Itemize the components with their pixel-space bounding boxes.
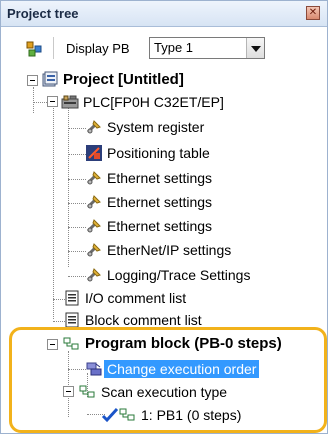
tree-item-scan-execution-type[interactable]: Scan execution type — [1, 381, 327, 403]
collapse-toggle[interactable] — [27, 75, 38, 86]
tree-item-io-comment-list[interactable]: I/O comment list — [1, 287, 327, 309]
plc-icon — [61, 95, 79, 109]
settings-icon — [86, 195, 101, 209]
panel-title: Project tree — [7, 6, 79, 21]
collapse-toggle[interactable] — [47, 339, 58, 350]
program-block-icon — [63, 337, 79, 350]
tree-item-label: Ethernet settings — [107, 194, 213, 210]
tree-item-label: Positioning table — [107, 145, 210, 161]
tree-item-ethernet-ip-settings[interactable]: EtherNet/IP settings — [1, 239, 327, 261]
tree-item-label: EtherNet/IP settings — [107, 242, 232, 258]
tree-item-plc[interactable]: PLC[FP0H C32ET/EP] — [1, 91, 327, 113]
chevron-down-icon[interactable] — [246, 38, 264, 58]
settings-icon — [86, 120, 101, 134]
tree-item-label: Logging/Trace Settings — [107, 267, 251, 283]
project-tree-panel: Project tree ✕ Display PB Type 1 Project… — [0, 0, 328, 434]
settings-icon — [86, 219, 101, 233]
comment-list-icon — [65, 290, 79, 306]
tree-item-label: I/O comment list — [85, 290, 187, 306]
toolbar: Display PB Type 1 — [1, 27, 327, 69]
close-icon[interactable]: ✕ — [306, 6, 320, 20]
tree-item-label: Scan execution type — [101, 384, 228, 400]
type-dropdown-value: Type 1 — [154, 40, 194, 55]
type-dropdown[interactable]: Type 1 — [149, 37, 265, 59]
positioning-table-icon — [86, 145, 102, 161]
tree-item-program-block[interactable]: Program block (PB-0 steps) — [1, 333, 327, 355]
tree-item-label: Ethernet settings — [107, 218, 213, 234]
project-tree: Project [Untitled] PLC[FP0H C32ET/EP] Sy… — [1, 69, 327, 433]
tree-item-ethernet-settings-1[interactable]: Ethernet settings — [1, 167, 327, 189]
tree-item-label: Ethernet settings — [107, 170, 213, 186]
execution-order-icon — [86, 362, 102, 376]
tree-item-pb1[interactable]: 1: PB1 (0 steps) — [1, 404, 327, 426]
collapse-toggle[interactable] — [63, 386, 74, 397]
tree-item-system-register[interactable]: System register — [1, 116, 327, 138]
project-icon — [42, 71, 58, 87]
panel-titlebar: Project tree ✕ — [1, 1, 327, 27]
tree-item-label: System register — [107, 119, 205, 135]
program-block-icon — [119, 408, 135, 421]
tree-item-block-comment-list[interactable]: Block comment list — [1, 309, 327, 331]
tree-item-label: 1: PB1 (0 steps) — [141, 407, 242, 423]
tree-item-project[interactable]: Project [Untitled] — [1, 69, 327, 91]
settings-icon — [86, 171, 101, 185]
settings-icon — [86, 268, 101, 282]
tree-item-ethernet-settings-3[interactable]: Ethernet settings — [1, 215, 327, 237]
settings-icon — [86, 243, 101, 257]
toolbar-separator — [53, 37, 54, 59]
checkmark-icon — [101, 407, 119, 423]
display-pb-button[interactable]: Display PB — [59, 37, 137, 59]
tree-item-label: Change execution order — [104, 360, 260, 378]
program-block-icon[interactable] — [25, 40, 43, 58]
collapse-toggle[interactable] — [47, 96, 58, 107]
tree-item-label: Project [Untitled] — [63, 71, 184, 88]
tree-item-label: Program block (PB-0 steps) — [85, 335, 282, 352]
tree-item-label: PLC[FP0H C32ET/EP] — [83, 94, 224, 110]
tree-item-label: Block comment list — [85, 312, 202, 328]
program-block-icon — [79, 385, 95, 398]
tree-item-logging-trace-settings[interactable]: Logging/Trace Settings — [1, 264, 327, 286]
tree-item-ethernet-settings-2[interactable]: Ethernet settings — [1, 191, 327, 213]
tree-item-positioning-table[interactable]: Positioning table — [1, 142, 327, 164]
comment-list-icon — [65, 312, 79, 328]
tree-item-change-execution-order[interactable]: Change execution order — [1, 358, 327, 380]
